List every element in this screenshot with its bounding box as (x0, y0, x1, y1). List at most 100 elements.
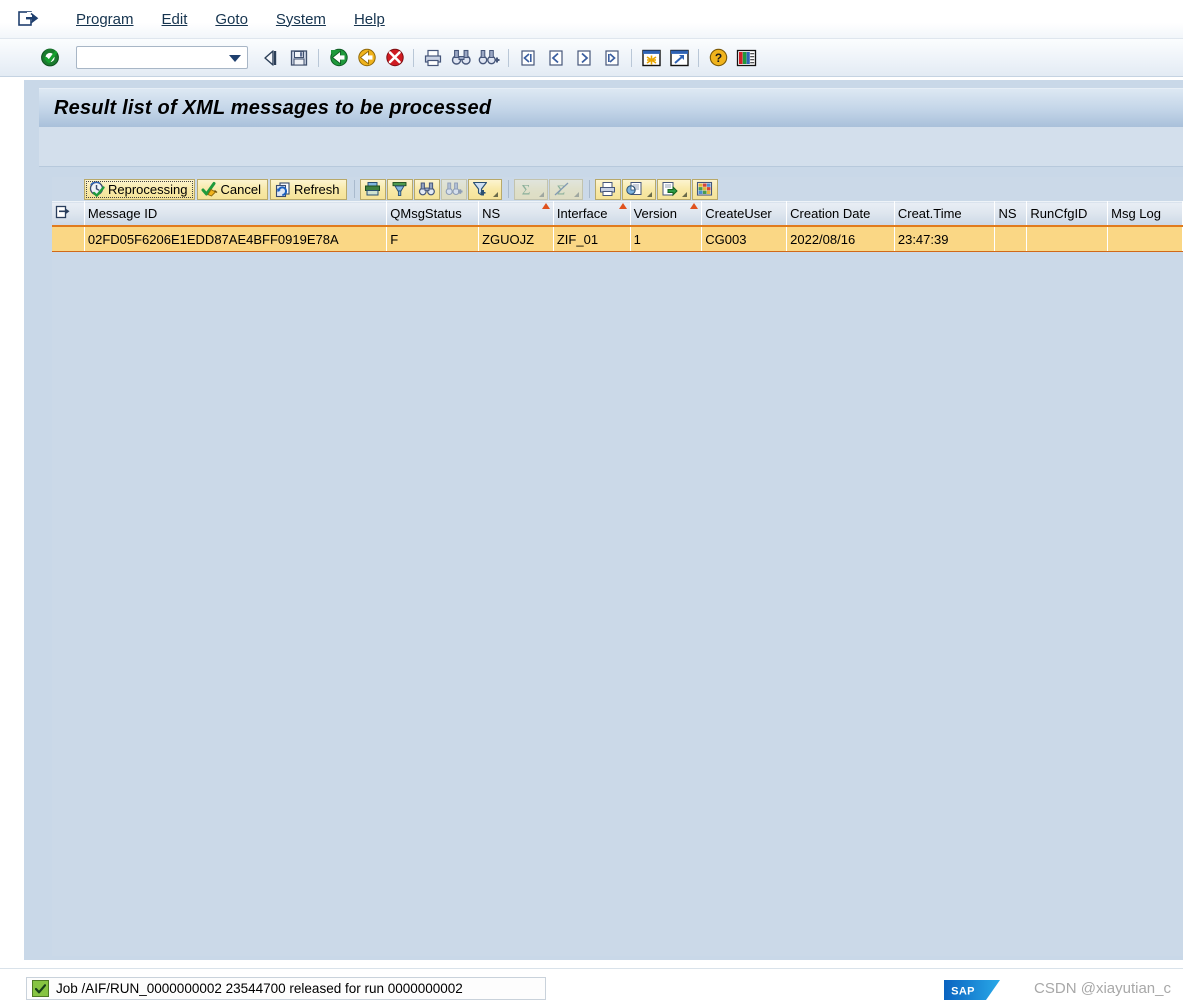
last-page-icon[interactable] (600, 46, 624, 70)
col-header-interface-label: Interface (556, 206, 608, 221)
menu-item-goto[interactable]: Goto (201, 9, 262, 30)
menu-item-program-label: Program (76, 10, 134, 28)
toolbar-divider (413, 48, 414, 67)
menu-item-system[interactable]: System (262, 9, 340, 30)
chevron-down-icon[interactable] (229, 55, 241, 62)
menu-item-edit-label: Edit (161, 10, 188, 28)
col-header-ns-label: NS (482, 206, 501, 221)
col-header-msg-log-label: Msg Log (1111, 206, 1161, 221)
new-session-icon[interactable] (639, 46, 663, 70)
first-page-icon[interactable] (516, 46, 540, 70)
col-header-runcfgid-label: RunCfgID (1030, 206, 1088, 221)
cell-message-id[interactable]: 02FD05F6206E1EDD87AE4BFF0919E78A (84, 226, 388, 252)
sort-descending-icon[interactable] (386, 178, 413, 200)
menu-item-program[interactable]: Program (62, 9, 148, 30)
row-selector-cell[interactable] (52, 226, 85, 252)
col-header-creat-time[interactable]: Creat.Time (894, 201, 996, 227)
cell-createuser[interactable]: CG003 (701, 226, 788, 252)
menu-item-system-label: System (275, 10, 326, 28)
find-next-icon[interactable] (477, 46, 501, 70)
exit-icon[interactable] (326, 46, 350, 70)
alv-find-next-icon[interactable] (440, 178, 467, 200)
status-message-text: Job /AIF/RUN_0000000002 23544700 release… (56, 981, 463, 996)
cell-msg-log[interactable] (1107, 226, 1183, 252)
col-header-creation-date-label: Creation Date (790, 206, 871, 221)
toolbar-divider (631, 48, 632, 67)
sort-ascending-icon (618, 203, 627, 209)
dropdown-indicator-icon[interactable] (492, 191, 498, 197)
cell-runcfgid[interactable] (1026, 226, 1109, 252)
alv-divider (588, 180, 590, 198)
back-icon[interactable] (259, 46, 283, 70)
selection-subpanel (39, 127, 1183, 167)
cell-version[interactable]: 1 (630, 226, 703, 252)
sort-ascending-icon (690, 203, 699, 209)
previous-page-icon[interactable] (544, 46, 568, 70)
refresh-button[interactable]: Refresh (269, 178, 347, 200)
cancel-button[interactable]: Cancel (196, 178, 268, 200)
col-header-runcfgid[interactable]: RunCfgID (1026, 201, 1109, 227)
cancel-icon[interactable] (354, 46, 378, 70)
print-preview-icon[interactable] (594, 178, 621, 200)
menu-item-edit[interactable]: Edit (148, 9, 202, 30)
dropdown-indicator-icon[interactable] (573, 191, 579, 197)
menu-bar: Program Edit Goto System Help (0, 0, 1183, 39)
table-header-row: Message ID QMsgStatus NS Interface Versi… (52, 201, 1183, 227)
sap-logo: SAP (944, 980, 1000, 1000)
cell-interface[interactable]: ZIF_01 (553, 226, 631, 252)
total-sum-icon[interactable]: Σ (513, 178, 548, 200)
menu-item-help-label: Help (353, 10, 385, 28)
customize-local-layout-icon[interactable] (734, 46, 758, 70)
shortcut-icon[interactable] (667, 46, 691, 70)
layout-grid-icon[interactable] (691, 178, 718, 200)
menu-item-help[interactable]: Help (340, 9, 399, 30)
dropdown-indicator-icon[interactable] (538, 191, 544, 197)
dropdown-indicator-icon[interactable] (646, 191, 652, 197)
page-title: Result list of XML messages to be proces… (54, 96, 492, 119)
enter-icon[interactable] (38, 46, 62, 70)
alv-filter-icon[interactable] (467, 178, 502, 200)
help-icon[interactable]: ? (706, 46, 730, 70)
cell-creation-date[interactable]: 2022/08/16 (786, 226, 895, 252)
col-header-ns2-label: NS (998, 206, 1017, 221)
col-header-creation-date[interactable]: Creation Date (786, 201, 895, 227)
col-header-version[interactable]: Version (630, 201, 703, 227)
col-header-interface[interactable]: Interface (553, 201, 631, 227)
command-input[interactable] (77, 47, 222, 68)
svg-text:Σ: Σ (521, 183, 530, 198)
alv-divider (353, 180, 355, 198)
col-header-ns[interactable]: NS (478, 201, 554, 227)
save-icon[interactable] (287, 46, 311, 70)
table-row[interactable]: 02FD05F6206E1EDD87AE4BFF0919E78A F ZGUOJ… (52, 226, 1183, 252)
cell-qmsgstatus[interactable]: F (386, 226, 480, 252)
command-field[interactable] (76, 46, 248, 69)
col-header-createuser[interactable]: CreateUser (701, 201, 788, 227)
screen-title-bar: Result list of XML messages to be proces… (39, 88, 1183, 127)
dropdown-indicator-icon[interactable] (681, 191, 687, 197)
next-page-icon[interactable] (572, 46, 596, 70)
toolbar-divider (508, 48, 509, 67)
select-all-icon (55, 205, 70, 219)
refresh-icon (273, 180, 293, 198)
reprocessing-button[interactable]: Reprocessing (84, 178, 195, 200)
cell-ns2[interactable] (994, 226, 1028, 252)
cancel-button-label: Cancel (220, 181, 261, 197)
stop-icon[interactable] (382, 46, 406, 70)
system-menu-icon[interactable] (18, 10, 40, 28)
find-icon[interactable] (449, 46, 473, 70)
cell-ns[interactable]: ZGUOJZ (478, 226, 554, 252)
subtotal-icon[interactable]: Σ (548, 178, 583, 200)
col-header-message-id[interactable]: Message ID (84, 201, 388, 227)
print-icon[interactable] (421, 46, 445, 70)
alv-find-icon[interactable] (413, 178, 440, 200)
alv-print-icon[interactable] (359, 178, 386, 200)
col-header-qmsgstatus[interactable]: QMsgStatus (386, 201, 480, 227)
cell-creat-time[interactable]: 23:47:39 (894, 226, 996, 252)
status-message-box: Job /AIF/RUN_0000000002 23544700 release… (26, 977, 546, 1000)
select-all-header[interactable] (52, 201, 85, 227)
export-icon[interactable] (656, 178, 691, 200)
alv-divider (507, 180, 509, 198)
graphic-chart-icon[interactable] (621, 178, 656, 200)
col-header-ns2[interactable]: NS (994, 201, 1028, 227)
col-header-msg-log[interactable]: Msg Log (1107, 201, 1183, 227)
